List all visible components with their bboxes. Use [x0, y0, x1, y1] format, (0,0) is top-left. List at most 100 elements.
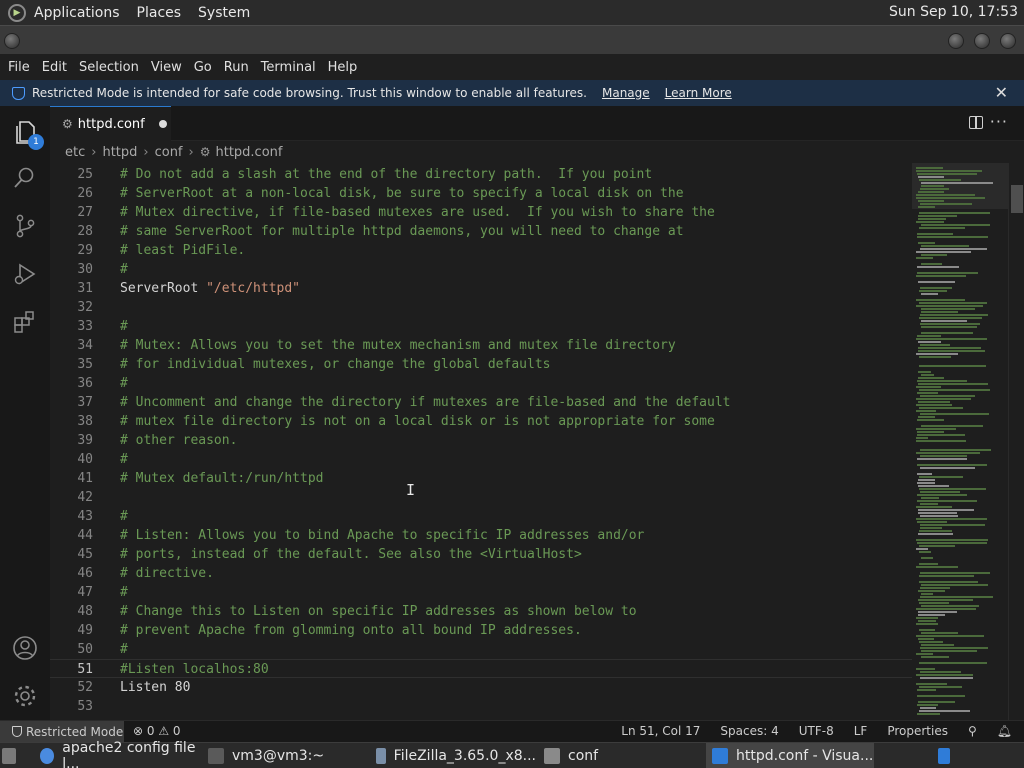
code-line[interactable]: 51 #Listen localhos:80 — [50, 659, 912, 678]
tab-httpd-conf[interactable]: ⚙ httpd.conf — [50, 106, 171, 141]
code-line[interactable]: 31 ServerRoot "/etc/httpd" — [50, 279, 912, 298]
indentation[interactable]: Spaces: 4 — [720, 724, 778, 738]
minimize-icon[interactable] — [948, 33, 964, 49]
encoding[interactable]: UTF-8 — [799, 724, 834, 738]
code-line[interactable]: 38 # mutex file directory is not on a loc… — [50, 412, 912, 431]
code-line[interactable]: 53 — [50, 697, 912, 716]
code-line[interactable]: 50 # — [50, 640, 912, 659]
source-control-icon[interactable] — [11, 212, 39, 240]
more-actions-icon[interactable]: ··· — [990, 112, 1008, 131]
code-line[interactable]: 29 # least PidFile. — [50, 241, 912, 260]
code-line[interactable]: 27 # Mutex directive, if file-based mutex… — [50, 203, 912, 222]
menu-go[interactable]: Go — [188, 60, 218, 75]
explorer-icon[interactable]: 1 — [11, 118, 44, 150]
breadcrumb-etc[interactable]: etc — [65, 145, 85, 160]
close-icon[interactable]: ✕ — [995, 83, 1008, 102]
code-line[interactable]: 26 # ServerRoot at a non-local disk, be s… — [50, 184, 912, 203]
code-line[interactable]: 36 # — [50, 374, 912, 393]
minimap-line — [916, 608, 976, 610]
menu-run[interactable]: Run — [218, 60, 255, 75]
unsaved-dot-icon[interactable] — [158, 120, 167, 128]
taskbar-item[interactable]: conf — [538, 743, 704, 768]
vertical-scrollbar[interactable] — [1008, 163, 1024, 720]
code-line[interactable]: 44 # Listen: Allows you to bind Apache to… — [50, 526, 912, 545]
taskbar-item[interactable]: FileZilla_3.65.0_x8... — [370, 743, 536, 768]
code-line[interactable]: 46 # directive. — [50, 564, 912, 583]
code-line[interactable]: 40 # — [50, 450, 912, 469]
code-text: # — [120, 642, 128, 657]
accounts-icon[interactable] — [11, 634, 39, 662]
code-line[interactable]: 39 # other reason. — [50, 431, 912, 450]
code-line[interactable]: 28 # same ServerRoot for multiple httpd d… — [50, 222, 912, 241]
code-line[interactable]: 32 — [50, 298, 912, 317]
breadcrumb-httpd[interactable]: httpd — [102, 145, 137, 160]
taskbar-item[interactable]: httpd.conf - Visua... — [706, 743, 874, 768]
gear-icon[interactable] — [11, 682, 39, 710]
vscode-tray-icon[interactable] — [938, 743, 958, 768]
code-line[interactable]: 45 # ports, instead of the default. See a… — [50, 545, 912, 564]
code-text: # same ServerRoot for multiple httpd dae… — [120, 224, 684, 239]
code-line[interactable]: 47 # — [50, 583, 912, 602]
minimap-line — [919, 488, 986, 490]
search-icon[interactable] — [11, 164, 39, 192]
code-line[interactable]: 34 # Mutex: Allows you to set the mutex m… — [50, 336, 912, 355]
applications-menu[interactable]: Applications — [34, 5, 120, 21]
code-editor[interactable]: 25 # Do not add a slash at the end of the… — [50, 163, 912, 720]
menu-help[interactable]: Help — [322, 60, 364, 75]
restricted-mode-status[interactable]: Restricted Mode — [0, 721, 124, 742]
code-line[interactable]: 48 # Change this to Listen on specific IP… — [50, 602, 912, 621]
copilot-icon[interactable]: ⚲ — [968, 724, 977, 738]
minimap-line — [917, 482, 935, 484]
scrollbar-thumb[interactable] — [1011, 185, 1023, 213]
minimap[interactable] — [912, 163, 1008, 720]
run-debug-icon[interactable] — [11, 260, 39, 288]
code-line[interactable]: 49 # prevent Apache from glomming onto al… — [50, 621, 912, 640]
menu-terminal[interactable]: Terminal — [255, 60, 322, 75]
split-editor-icon[interactable] — [969, 116, 983, 129]
code-line[interactable]: 43 # — [50, 507, 912, 526]
code-line[interactable]: 30 # — [50, 260, 912, 279]
show-desktop-icon[interactable] — [2, 743, 24, 768]
breadcrumb-conf[interactable]: conf — [155, 145, 183, 160]
explorer-badge: 1 — [28, 134, 44, 150]
taskbar-item[interactable]: apache2 config file l... — [34, 740, 200, 768]
code-text: # Uncomment and change the directory if … — [120, 395, 731, 410]
places-menu[interactable]: Places — [137, 5, 182, 21]
minimap-line — [917, 494, 967, 496]
problems-indicator[interactable]: ⊗ 0 ⚠ 0 — [133, 724, 181, 738]
menu-view[interactable]: View — [145, 60, 188, 75]
minimap-line — [916, 437, 928, 439]
minimap-line — [916, 683, 947, 685]
window-menu-icon[interactable] — [4, 33, 20, 49]
menu-edit[interactable]: Edit — [36, 60, 73, 75]
maximize-icon[interactable] — [974, 33, 990, 49]
minimap-line — [920, 413, 989, 415]
close-window-icon[interactable] — [1000, 33, 1016, 49]
learn-more-link[interactable]: Learn More — [665, 86, 732, 100]
system-menu[interactable]: System — [198, 5, 250, 21]
distro-logo-icon[interactable]: ▶ — [8, 3, 26, 22]
bell-icon[interactable]: 🔔︎ — [997, 724, 1012, 738]
minimap-line — [917, 380, 967, 382]
minimap-line — [918, 191, 944, 193]
code-line[interactable]: 35 # for individual mutexes, or change th… — [50, 355, 912, 374]
minimap-line — [919, 356, 951, 358]
code-line[interactable]: 42 — [50, 488, 912, 507]
menu-file[interactable]: File — [0, 60, 36, 75]
breadcrumb-file[interactable]: httpd.conf — [215, 145, 282, 160]
menu-selection[interactable]: Selection — [73, 60, 145, 75]
window-titlebar[interactable] — [0, 25, 1024, 54]
cursor-position[interactable]: Ln 51, Col 17 — [621, 724, 700, 738]
extensions-icon[interactable] — [11, 308, 39, 336]
manage-link[interactable]: Manage — [602, 86, 650, 100]
code-line[interactable]: 52 Listen 80 — [50, 678, 912, 697]
clock[interactable]: Sun Sep 10, 17:53 — [889, 4, 1018, 20]
code-line[interactable]: 25 # Do not add a slash at the end of the… — [50, 165, 912, 184]
code-line[interactable]: 33 # — [50, 317, 912, 336]
taskbar-item[interactable]: vm3@vm3:~ — [202, 743, 368, 768]
minimap-line — [919, 710, 970, 712]
code-line[interactable]: 37 # Uncomment and change the directory i… — [50, 393, 912, 412]
code-line[interactable]: 41 # Mutex default:/run/httpd — [50, 469, 912, 488]
language-mode[interactable]: Properties — [887, 724, 948, 738]
line-ending[interactable]: LF — [854, 724, 868, 738]
